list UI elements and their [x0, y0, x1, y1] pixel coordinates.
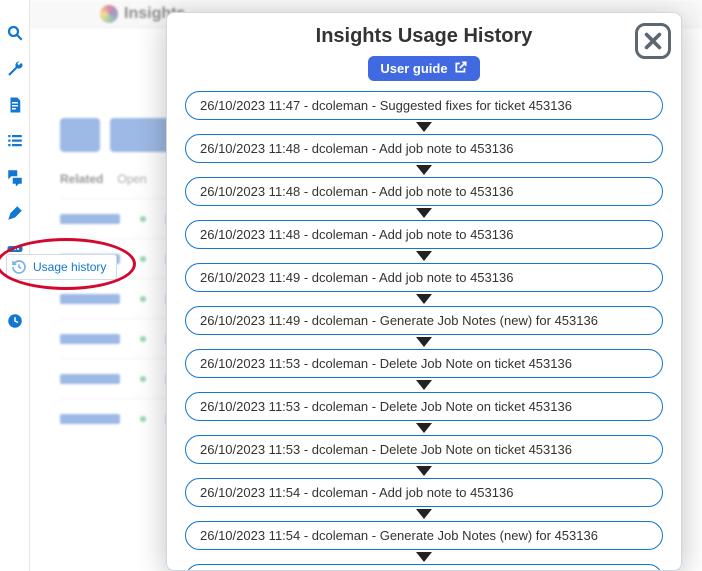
user-guide-label: User guide: [380, 61, 447, 76]
usage-history-label: Usage history: [33, 260, 106, 274]
document-icon[interactable]: [6, 96, 24, 114]
wrench-icon[interactable]: [6, 60, 24, 78]
arrow-down-icon: [416, 251, 432, 261]
history-item[interactable]: 26/10/2023 11:48 - dcoleman - Add job no…: [185, 134, 663, 163]
history-item[interactable]: 26/10/2023 11:49 - dcoleman - Generate J…: [185, 306, 663, 335]
clock-icon[interactable]: [6, 312, 24, 330]
usage-history-callout: Usage history: [6, 254, 117, 280]
external-link-icon: [454, 60, 468, 77]
history-item[interactable]: 26/10/2023 11:53 - dcoleman - Delete Job…: [185, 435, 663, 464]
history-item[interactable]: 26/10/2023 11:48 - dcoleman - Add job no…: [185, 177, 663, 206]
history-item[interactable]: 26/10/2023 11:49 - dcoleman - Add job no…: [185, 263, 663, 292]
history-item[interactable]: 26/10/2023 11:47 - dcoleman - Suggested …: [185, 91, 663, 120]
chat-icon[interactable]: [6, 168, 24, 186]
history-item[interactable]: 26/10/2023 11:48 - dcoleman - Add job no…: [185, 220, 663, 249]
pen-icon[interactable]: [6, 204, 24, 222]
history-item[interactable]: 26/10/2023 11:53 - dcoleman - Delete Job…: [185, 349, 663, 378]
history-item[interactable]: 26/10/2023 11:56 - dcoleman - Generate J…: [185, 564, 663, 570]
arrow-down-icon: [416, 509, 432, 519]
list-icon[interactable]: [6, 132, 24, 150]
usage-history-modal: Insights Usage History User guide 26/10/…: [166, 12, 682, 571]
arrow-down-icon: [416, 337, 432, 347]
history-icon: [11, 259, 27, 275]
usage-history-flyout[interactable]: Usage history: [6, 254, 117, 280]
arrow-down-icon: [416, 552, 432, 562]
history-item[interactable]: 26/10/2023 11:54 - dcoleman - Add job no…: [185, 478, 663, 507]
close-button[interactable]: [635, 23, 671, 59]
arrow-down-icon: [416, 466, 432, 476]
arrow-down-icon: [416, 294, 432, 304]
modal-title: Insights Usage History: [167, 13, 681, 56]
history-item[interactable]: 26/10/2023 11:53 - dcoleman - Delete Job…: [185, 392, 663, 421]
user-guide-button[interactable]: User guide: [368, 56, 479, 81]
arrow-down-icon: [416, 165, 432, 175]
history-item[interactable]: 26/10/2023 11:54 - dcoleman - Generate J…: [185, 521, 663, 550]
arrow-down-icon: [416, 380, 432, 390]
arrow-down-icon: [416, 208, 432, 218]
history-scroll[interactable]: 26/10/2023 11:47 - dcoleman - Suggested …: [167, 91, 681, 570]
search-icon[interactable]: [6, 24, 24, 42]
left-rail: [0, 0, 30, 571]
arrow-down-icon: [416, 122, 432, 132]
arrow-down-icon: [416, 423, 432, 433]
